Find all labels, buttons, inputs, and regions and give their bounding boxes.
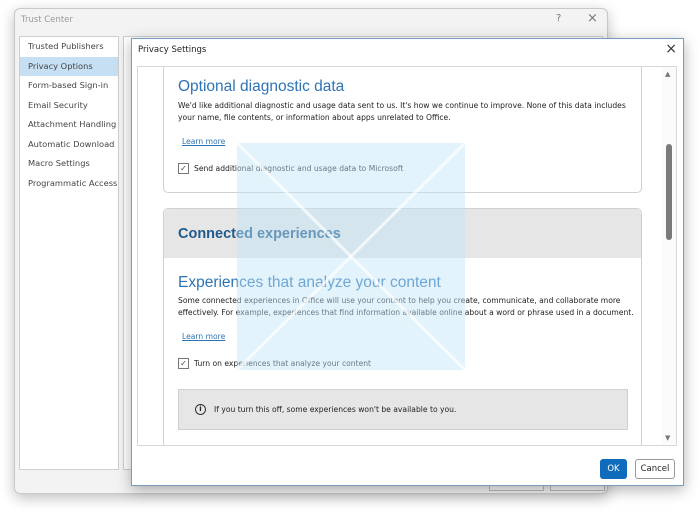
sidebar-item-form-based-sign-in[interactable]: Form-based Sign-in	[20, 76, 118, 96]
sidebar-item-programmatic-access[interactable]: Programmatic Access	[20, 174, 118, 194]
trust-center-title: Trust Center	[21, 15, 73, 25]
analyze-content-checkbox-row[interactable]: ✓ Turn on experiences that analyze your …	[178, 358, 371, 369]
sidebar-item-trusted-publishers[interactable]: Trusted Publishers	[20, 37, 118, 57]
trust-center-sidebar: Trusted Publishers Privacy Options Form-…	[19, 36, 119, 470]
diagnostic-description: We'd like additional diagnostic and usag…	[178, 101, 626, 122]
info-banner: i If you turn this off, some experiences…	[178, 389, 628, 430]
connected-learn-more-link[interactable]: Learn more	[182, 332, 225, 341]
vertical-scrollbar[interactable]: ▲ ▼	[662, 67, 676, 445]
diagnostic-checkbox-label: Send additional diagnostic and usage dat…	[194, 164, 404, 173]
sidebar-item-macro-settings[interactable]: Macro Settings	[20, 154, 118, 174]
scrollbar-thumb[interactable]	[666, 144, 672, 240]
help-button[interactable]: ?	[556, 13, 561, 24]
dialog-close-button[interactable]: ×	[665, 41, 677, 57]
diagnostic-data-card: Optional diagnostic data We'd like addit…	[163, 67, 642, 193]
dialog-title: Privacy Settings	[138, 45, 207, 55]
analyze-content-heading: Experiences that analyze your content	[178, 274, 441, 291]
info-icon: i	[195, 404, 206, 415]
settings-scroll-area: Optional diagnostic data We'd like addit…	[137, 66, 677, 446]
ok-button[interactable]: OK	[600, 459, 627, 479]
connected-experiences-card: Connected experiences Experiences that a…	[163, 208, 642, 445]
scroll-down-arrow-icon[interactable]: ▼	[665, 434, 670, 442]
sidebar-item-privacy-options[interactable]: Privacy Options	[20, 56, 118, 76]
diagnostic-checkbox[interactable]: ✓	[178, 163, 189, 174]
cancel-button[interactable]: Cancel	[635, 459, 675, 479]
analyze-content-description: Some connected experiences in Office wil…	[178, 296, 634, 317]
trust-center-close-button[interactable]: ×	[587, 11, 598, 26]
privacy-settings-dialog: Privacy Settings × Optional diagnostic d…	[131, 38, 684, 486]
sidebar-item-attachment-handling[interactable]: Attachment Handling	[20, 115, 118, 135]
sidebar-item-email-security[interactable]: Email Security	[20, 96, 118, 116]
scroll-up-arrow-icon[interactable]: ▲	[665, 70, 670, 78]
sidebar-item-automatic-download[interactable]: Automatic Download	[20, 135, 118, 155]
connected-heading: Connected experiences	[178, 226, 341, 242]
diagnostic-checkbox-row[interactable]: ✓ Send additional diagnostic and usage d…	[178, 163, 403, 174]
connected-experiences-header: Connected experiences	[164, 209, 641, 258]
diagnostic-heading: Optional diagnostic data	[178, 78, 345, 95]
diagnostic-learn-more-link[interactable]: Learn more	[182, 137, 225, 146]
analyze-content-checkbox-label: Turn on experiences that analyze your co…	[194, 359, 372, 368]
analyze-content-checkbox[interactable]: ✓	[178, 358, 189, 369]
info-text: If you turn this off, some experiences w…	[214, 405, 457, 414]
